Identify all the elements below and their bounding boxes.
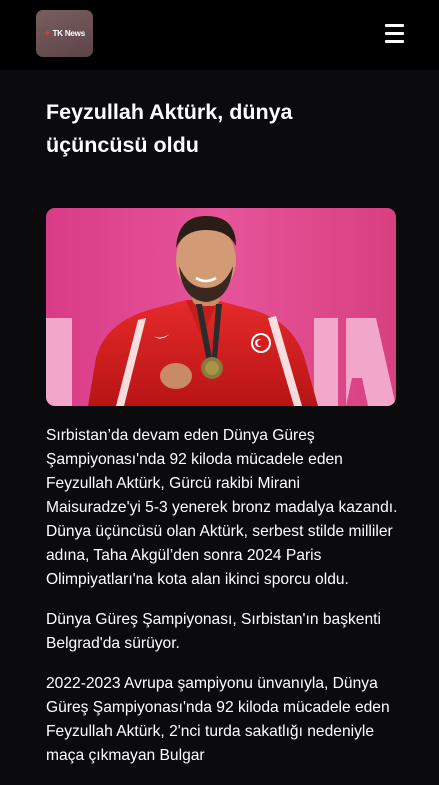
site-logo[interactable]: ✦ TK News <box>36 10 93 57</box>
article-hero-image <box>46 208 396 406</box>
menu-bar-bottom <box>385 40 404 43</box>
menu-bar-top <box>385 24 404 27</box>
article-paragraph: Sırbistan’da devam eden Dünya Güreş Şamp… <box>46 427 398 588</box>
logo-mark-icon: ✦ <box>44 29 51 38</box>
top-navigation-bar: ✦ TK News <box>0 0 439 70</box>
logo-text: TK News <box>52 29 86 38</box>
menu-bar-middle <box>385 32 404 35</box>
hamburger-menu-icon[interactable] <box>385 24 404 43</box>
logo-wordmark: ✦ TK News <box>44 29 85 38</box>
article-container: Feyzullah Aktürk, dünya üçüncüsü oldu Sı… <box>46 70 398 784</box>
article-paragraph: 2022-2023 Avrupa şampiyonu ünvanıyla, Dü… <box>46 675 390 764</box>
article-paragraph: Dünya Güreş Şampiyonası, Sırbistan'ın ba… <box>46 611 381 652</box>
article-title: Feyzullah Aktürk, dünya üçüncüsü oldu <box>46 100 293 157</box>
article-body: Sırbistan’da devam eden Dünya Güreş Şamp… <box>46 424 398 768</box>
